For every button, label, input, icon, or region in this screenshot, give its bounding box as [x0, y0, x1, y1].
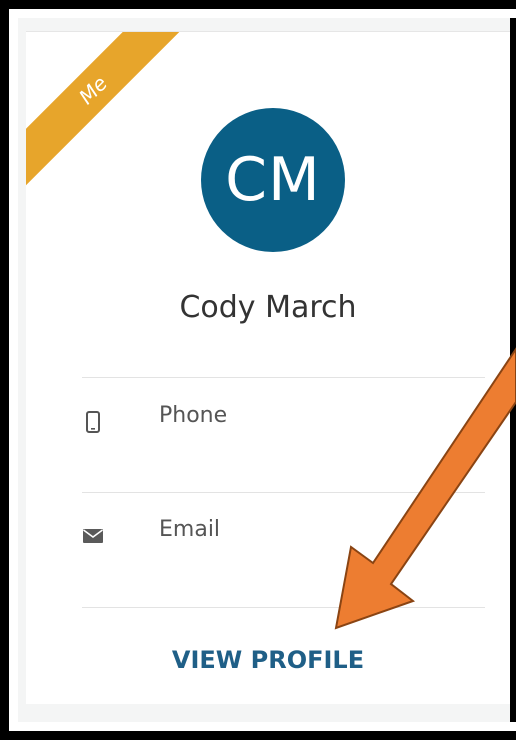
me-ribbon-label: Me: [74, 71, 112, 109]
phone-row: Phone: [82, 403, 485, 443]
contact-name: Cody March: [179, 290, 357, 325]
phone-icon: [82, 411, 104, 433]
contact-card: Me CM Cody March Phone Email VIEW PROFIL…: [18, 18, 510, 722]
me-ribbon: Me: [26, 32, 203, 200]
divider-middle: [82, 492, 485, 493]
phone-label: Phone: [159, 403, 228, 428]
avatar: CM: [201, 108, 345, 252]
envelope-icon: [82, 525, 104, 547]
view-profile-link[interactable]: VIEW PROFILE: [26, 646, 510, 674]
screenshot-frame: Me CM Cody March Phone Email VIEW PROFIL…: [0, 0, 516, 740]
email-label: Email: [159, 517, 221, 542]
avatar-initials: CM: [225, 145, 321, 215]
contact-card-body: Me CM Cody March Phone Email VIEW PROFIL…: [26, 31, 510, 704]
frame-right-edge: [510, 18, 516, 722]
divider-bottom: [82, 607, 485, 608]
email-row: Email: [82, 517, 485, 557]
divider-top: [82, 377, 485, 378]
